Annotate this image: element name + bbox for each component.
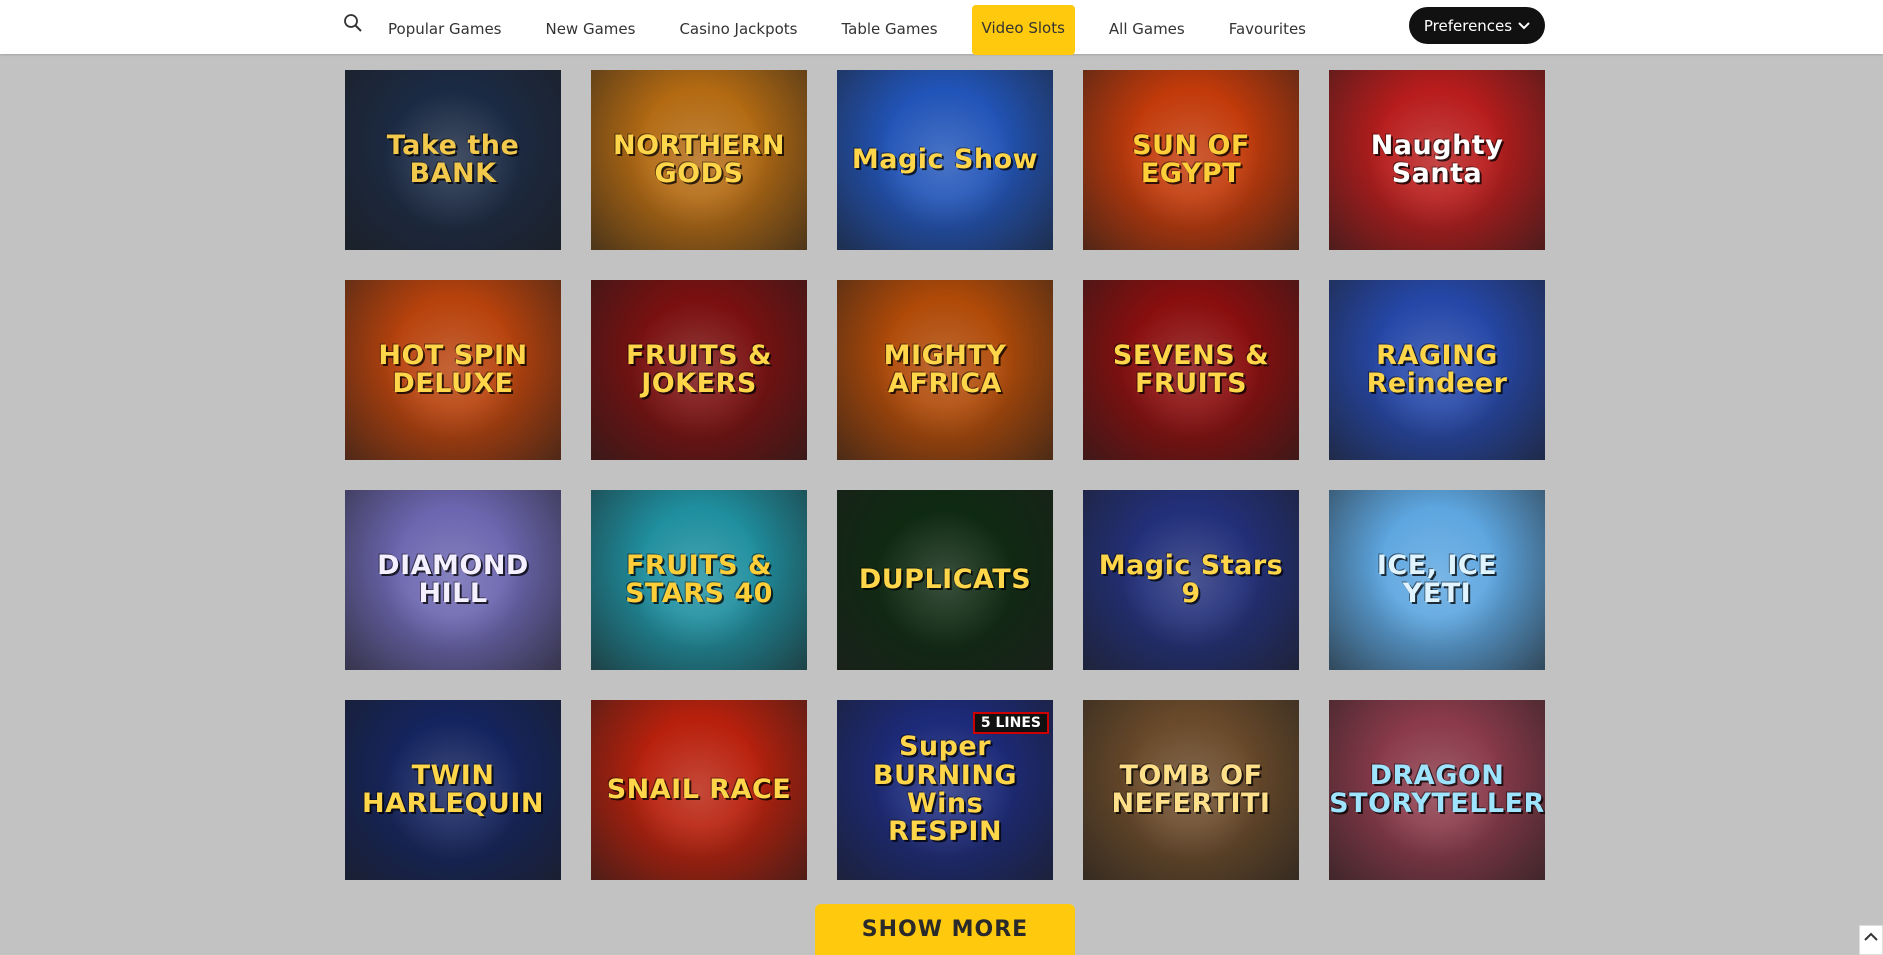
- tab-all-games[interactable]: All Games: [1087, 2, 1207, 52]
- game-tile[interactable]: Super BURNING Wins RESPIN 5 LINES: [837, 700, 1053, 880]
- game-title: RAGING Reindeer: [1366, 339, 1508, 399]
- game-title: MIGHTY AFRICA: [883, 339, 1007, 399]
- preferences-button[interactable]: Preferences: [1409, 7, 1545, 44]
- top-navigation-bar: Popular Games New Games Casino Jackpots …: [0, 0, 1883, 55]
- game-title: Naughty Santa: [1370, 129, 1504, 189]
- show-more-button[interactable]: SHOW MORE: [815, 904, 1075, 955]
- game-tile[interactable]: DRAGON STORYTELLER: [1329, 700, 1545, 880]
- tab-table-games[interactable]: Table Games: [820, 2, 960, 52]
- game-tile[interactable]: FRUITS & STARS 40: [591, 490, 807, 670]
- game-title: FRUITS & JOKERS: [625, 339, 772, 399]
- game-title: SNAIL RACE: [606, 773, 792, 805]
- game-title: Magic Show: [851, 143, 1039, 175]
- game-title: Magic Stars 9: [1098, 549, 1284, 609]
- game-title: HOT SPIN DELUXE: [378, 339, 528, 399]
- game-title: DRAGON STORYTELLER: [1329, 759, 1545, 819]
- game-title: SEVENS & FRUITS: [1112, 339, 1270, 399]
- tab-favourites[interactable]: Favourites: [1207, 2, 1328, 52]
- tab-video-slots[interactable]: Video Slots: [971, 4, 1075, 55]
- game-title: NORTHERN GODS: [613, 129, 785, 189]
- game-tile[interactable]: SEVENS & FRUITS: [1083, 280, 1299, 460]
- lines-badge: 5 LINES: [972, 712, 1049, 734]
- game-tile[interactable]: Naughty Santa: [1329, 70, 1545, 250]
- game-title: TWIN HARLEQUIN: [362, 759, 544, 819]
- game-tile[interactable]: SNAIL RACE: [591, 700, 807, 880]
- game-tile[interactable]: MIGHTY AFRICA: [837, 280, 1053, 460]
- search-icon[interactable]: [343, 13, 363, 33]
- game-tile[interactable]: FRUITS & JOKERS: [591, 280, 807, 460]
- category-tabs: Popular Games New Games Casino Jackpots …: [366, 0, 1328, 55]
- game-tile[interactable]: DIAMOND HILL: [345, 490, 561, 670]
- game-title: DUPLICATS: [858, 563, 1032, 595]
- game-tile[interactable]: Magic Show: [837, 70, 1053, 250]
- tab-new-games[interactable]: New Games: [523, 2, 657, 52]
- game-tile[interactable]: Magic Stars 9: [1083, 490, 1299, 670]
- game-tile[interactable]: Take the BANK: [345, 70, 561, 250]
- scroll-to-top-button[interactable]: [1859, 925, 1883, 955]
- game-tile[interactable]: SUN OF EGYPT: [1083, 70, 1299, 250]
- game-tile[interactable]: NORTHERN GODS: [591, 70, 807, 250]
- game-title: FRUITS & STARS 40: [625, 549, 773, 609]
- game-tile[interactable]: TWIN HARLEQUIN: [345, 700, 561, 880]
- preferences-label: Preferences: [1423, 16, 1513, 35]
- chevron-down-icon: [1518, 21, 1530, 29]
- game-tile[interactable]: HOT SPIN DELUXE: [345, 280, 561, 460]
- game-title: Take the BANK: [386, 129, 520, 189]
- game-title: DIAMOND HILL: [377, 549, 529, 609]
- game-tile[interactable]: TOMB OF NEFERTITI: [1083, 700, 1299, 880]
- game-title: Super BURNING Wins RESPIN: [872, 731, 1018, 848]
- game-title: ICE, ICE YETI: [1376, 549, 1498, 609]
- game-tile[interactable]: DUPLICATS: [837, 490, 1053, 670]
- chevron-up-icon: [1864, 932, 1878, 941]
- game-title: TOMB OF NEFERTITI: [1111, 759, 1271, 819]
- game-tile[interactable]: RAGING Reindeer: [1329, 280, 1545, 460]
- game-title: SUN OF EGYPT: [1132, 129, 1250, 189]
- game-tile[interactable]: ICE, ICE YETI: [1329, 490, 1545, 670]
- tab-popular-games[interactable]: Popular Games: [366, 2, 523, 52]
- tab-casino-jackpots[interactable]: Casino Jackpots: [657, 2, 819, 52]
